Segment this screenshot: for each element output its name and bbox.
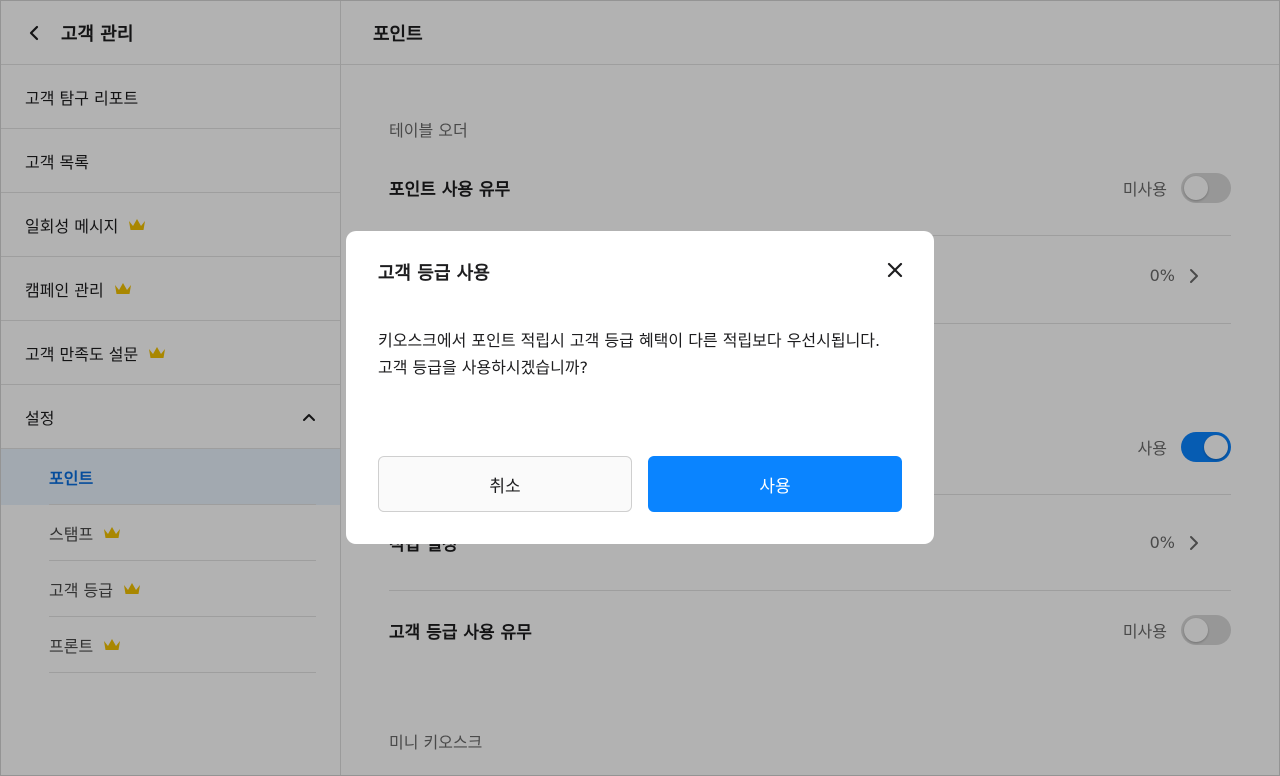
confirm-button[interactable]: 사용 xyxy=(648,456,902,512)
dialog-message-line: 고객 등급을 사용하시겠습니까? xyxy=(378,358,589,377)
dialog-title: 고객 등급 사용 xyxy=(378,263,490,284)
cancel-button[interactable]: 취소 xyxy=(378,456,632,512)
dialog-message: 키오스크에서 포인트 적립시 고객 등급 혜택이 다른 적립보다 우선시됩니다.… xyxy=(378,327,908,381)
dialog-message-line: 키오스크에서 포인트 적립시 고객 등급 혜택이 다른 적립보다 우선시됩니다. xyxy=(378,331,881,350)
confirm-dialog: 고객 등급 사용 키오스크에서 포인트 적립시 고객 등급 혜택이 다른 적립보… xyxy=(346,231,934,544)
close-icon[interactable] xyxy=(886,261,904,279)
